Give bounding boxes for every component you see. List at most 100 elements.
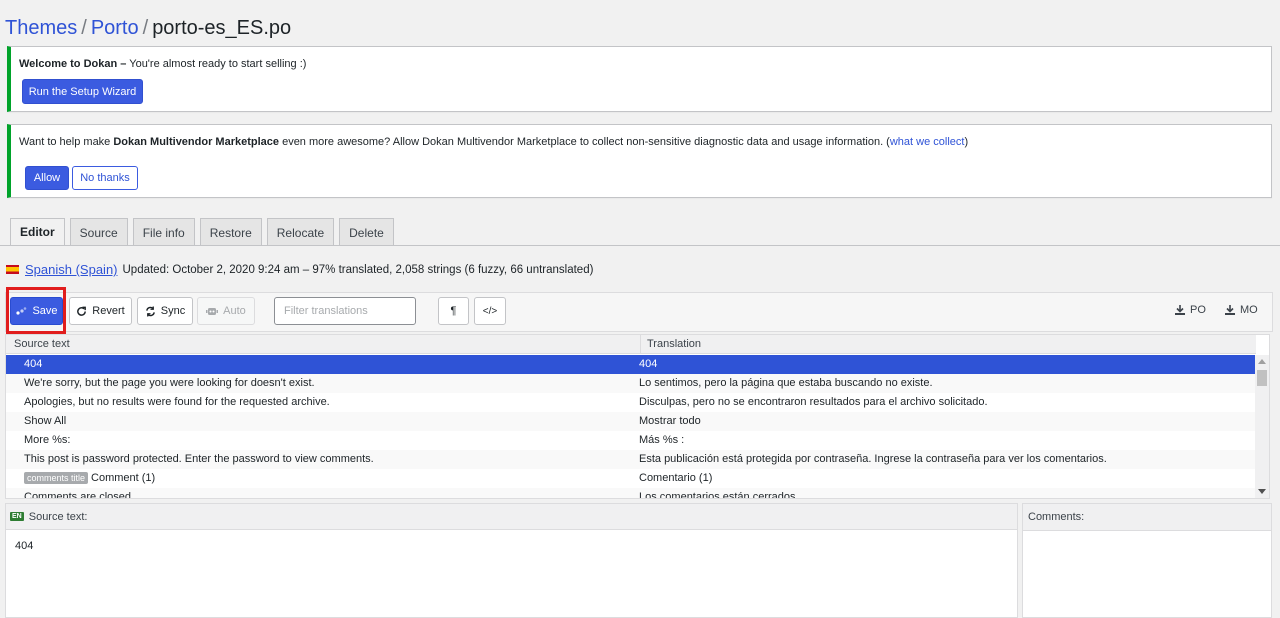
translation-cell: Esta publicación está protegida por cont…: [639, 453, 1107, 465]
download-mo-button[interactable]: MO: [1225, 304, 1258, 316]
invisibles-toggle-button[interactable]: ¶: [438, 297, 469, 325]
scroll-up-arrow-icon[interactable]: [1258, 359, 1266, 364]
table-row[interactable]: 404 404: [6, 355, 1256, 374]
source-cell: This post is password protected. Enter t…: [24, 453, 374, 465]
source-cell-text: 404: [24, 358, 43, 370]
download-po-button[interactable]: PO: [1175, 304, 1206, 316]
comments-panel: Comments:: [1022, 503, 1272, 618]
tab-source[interactable]: Source: [69, 218, 128, 246]
source-text-panel: EN Source text: 404: [5, 503, 1018, 618]
breadcrumb-porto-link[interactable]: Porto: [91, 17, 139, 39]
translation-status-text: Updated: October 2, 2020 9:24 am – 97% t…: [122, 263, 594, 276]
translations-grid: Source text Translation 404 404 We're sorr…: [5, 334, 1270, 499]
no-thanks-button[interactable]: No thanks: [72, 166, 138, 190]
tracking-text-bold: Dokan Multivendor Marketplace: [113, 136, 280, 148]
filter-translations-input[interactable]: [274, 297, 416, 325]
tab-relocate[interactable]: Relocate: [266, 218, 335, 246]
column-divider: [640, 335, 641, 354]
tab-divider: [0, 245, 1280, 246]
revert-label: Revert: [92, 305, 125, 317]
translation-cell: 404: [639, 358, 658, 370]
tab-editor[interactable]: Editor: [10, 218, 65, 246]
source-cell: comments title Comment (1): [24, 472, 155, 484]
source-cell: Comments are closed.: [24, 491, 135, 499]
welcome-notice-bold: Welcome to Dokan –: [19, 58, 127, 70]
save-button[interactable]: Save: [10, 297, 63, 325]
mo-label: MO: [1240, 304, 1258, 316]
source-cell-text: We're sorry, but the page you were looki…: [24, 377, 315, 389]
scroll-down-arrow-icon[interactable]: [1258, 489, 1266, 494]
source-cell-text: More %s:: [24, 434, 71, 446]
source-text-label: Source text:: [28, 510, 88, 523]
revert-button[interactable]: Revert: [69, 297, 132, 325]
breadcrumb-themes-link[interactable]: Themes: [5, 17, 77, 39]
source-cell: More %s:: [24, 434, 70, 446]
translation-cell: Lo sentimos, pero la página que estaba b…: [639, 377, 933, 389]
welcome-notice-text: Welcome to Dokan – You're almost ready t…: [19, 58, 306, 70]
robot-icon: [206, 306, 219, 316]
po-label: PO: [1190, 304, 1206, 316]
save-icon: [15, 306, 27, 316]
table-row[interactable]: This post is password protected. Enter t…: [6, 450, 1256, 469]
tracking-notice-text: Want to help make Dokan Multivendor Mark…: [19, 136, 968, 148]
tab-file-info[interactable]: File info: [132, 218, 195, 246]
tab-delete[interactable]: Delete: [339, 218, 394, 246]
source-text-header: EN Source text:: [6, 504, 1017, 530]
tracking-text-pre: Want to help make: [19, 136, 114, 148]
grid-header: Source text Translation: [6, 335, 1256, 354]
translation-cell: Los comentarios están cerrados.: [639, 491, 799, 499]
download-icon: [1175, 305, 1185, 315]
context-badge: comments title: [24, 472, 89, 484]
source-cell-text: Comments are closed.: [24, 491, 135, 499]
auto-button[interactable]: Auto: [197, 297, 255, 325]
comments-label: Comments:: [1028, 511, 1085, 523]
tracking-text-close: ): [964, 136, 969, 148]
editor-tabs: Editor Source File info Restore Relocate…: [10, 218, 394, 246]
download-icon: [1225, 305, 1235, 315]
column-header-translation[interactable]: Translation: [647, 338, 701, 350]
source-text-value: 404: [15, 540, 34, 552]
table-row[interactable]: More %s: Más %s :: [6, 431, 1256, 450]
table-row[interactable]: Comments are closed. Los comentarios está…: [6, 488, 1256, 499]
welcome-notice: Welcome to Dokan – You're almost ready t…: [7, 46, 1272, 112]
translation-cell: Comentario (1): [639, 472, 713, 484]
table-row[interactable]: Show All Mostrar todo: [6, 412, 1256, 431]
code-view-toggle-button[interactable]: </>: [474, 297, 506, 325]
source-cell: Apologies, but no results were found for…: [24, 396, 330, 408]
language-status: Spanish (Spain) Updated: October 2, 2020…: [6, 262, 593, 277]
tracking-notice: Want to help make Dokan Multivendor Mark…: [7, 124, 1272, 198]
comments-textarea[interactable]: [1023, 530, 1271, 617]
column-header-source[interactable]: Source text: [14, 338, 70, 350]
scroll-thumb[interactable]: [1257, 370, 1267, 386]
language-link[interactable]: Spanish (Spain): [25, 262, 118, 277]
run-setup-wizard-button[interactable]: Run the Setup Wizard: [22, 79, 143, 104]
tracking-text-post: even more awesome? Allow Dokan Multivend…: [279, 136, 890, 148]
save-label: Save: [32, 305, 58, 317]
source-cell-text: This post is password protected. Enter t…: [24, 453, 374, 465]
source-cell-text: Comment (1): [91, 472, 156, 484]
grid-rows: 404 404 We're sorry, but the page you were…: [6, 355, 1256, 499]
source-cell: We're sorry, but the page you were looki…: [24, 377, 315, 389]
source-cell: 404: [24, 358, 42, 370]
auto-label: Auto: [223, 305, 246, 317]
grid-scrollbar[interactable]: [1255, 355, 1269, 498]
what-we-collect-link[interactable]: what we collect: [890, 136, 965, 148]
source-cell-text: Show All: [24, 415, 67, 427]
source-cell: Show All: [24, 415, 66, 427]
breadcrumb-separator: /: [142, 17, 149, 39]
sync-label: Sync: [160, 305, 186, 317]
table-row[interactable]: Apologies, but no results were found for…: [6, 393, 1256, 412]
editor-toolbar: Save Revert Sync Auto ¶ </> PO MO: [5, 292, 1273, 332]
table-row[interactable]: comments title Comment (1) Comentario (1): [6, 469, 1256, 488]
revert-icon: [76, 306, 87, 317]
translation-cell: Disculpas, pero no se encontraron result…: [639, 396, 988, 408]
breadcrumb: Themes / Porto / porto-es_ES.po: [5, 15, 291, 41]
sync-button[interactable]: Sync: [137, 297, 193, 325]
english-flag-icon: EN: [10, 512, 24, 521]
tab-restore[interactable]: Restore: [199, 218, 262, 246]
translation-cell: Mostrar todo: [639, 415, 701, 427]
allow-button[interactable]: Allow: [25, 166, 69, 190]
breadcrumb-separator: /: [81, 17, 87, 39]
sync-icon: [145, 305, 156, 317]
table-row[interactable]: We're sorry, but the page you were looki…: [6, 374, 1256, 393]
